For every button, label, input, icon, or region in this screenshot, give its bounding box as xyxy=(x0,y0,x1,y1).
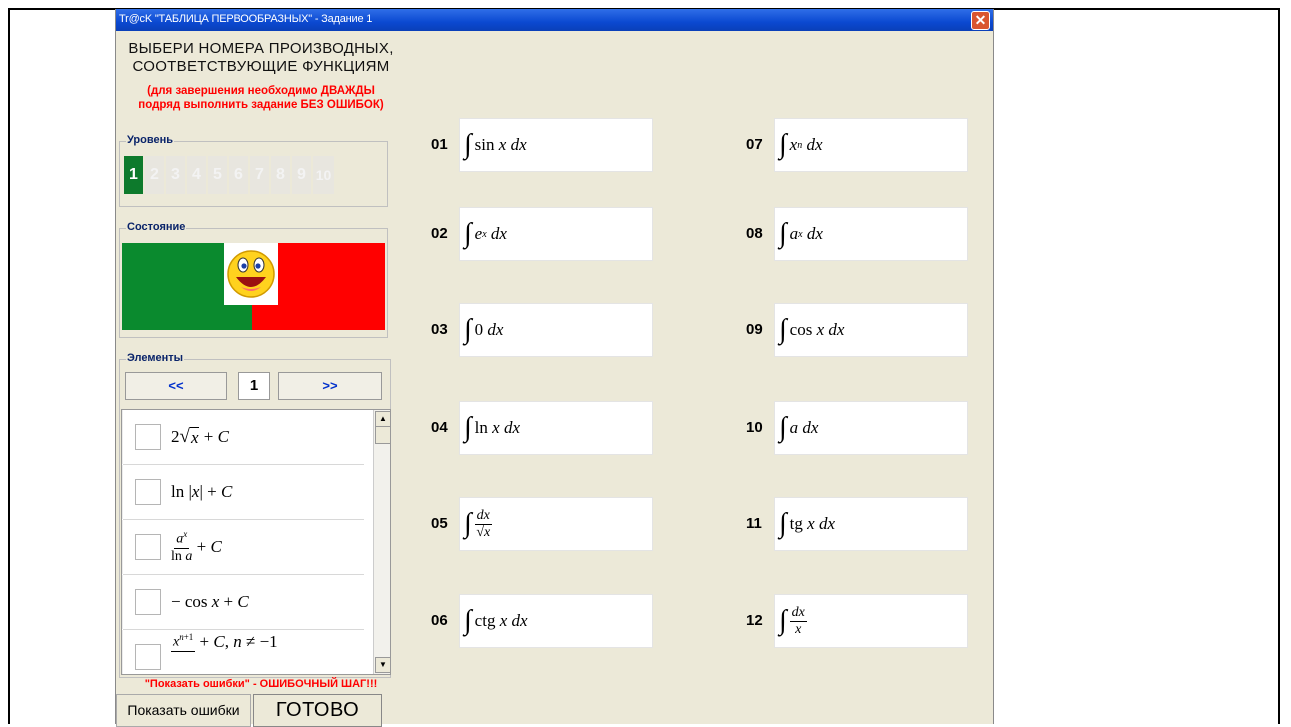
state-group: Состояние xyxy=(119,221,388,338)
task-formula[interactable]: ∫ ctg x dx xyxy=(459,594,653,648)
element-formula: 2 √ x + C xyxy=(171,426,229,447)
element-checkbox[interactable] xyxy=(135,644,161,670)
level-7-button[interactable]: 7 xyxy=(250,156,269,194)
close-icon[interactable]: ✕ xyxy=(971,11,990,30)
level-2-button[interactable]: 2 xyxy=(145,156,164,194)
task-number: 05 xyxy=(431,515,448,532)
list-item[interactable]: 2 √ x + C xyxy=(123,410,364,465)
task-formula[interactable]: ∫ dx x xyxy=(774,594,968,648)
level-legend: Уровень xyxy=(126,134,175,146)
task-formula[interactable]: ∫ sin x dx xyxy=(459,118,653,172)
task-formula[interactable]: ∫ dx √x xyxy=(459,497,653,551)
scroll-down-icon[interactable]: ▼ xyxy=(375,657,390,673)
element-formula: − cos x + C xyxy=(171,592,249,611)
app-window: Tr@cK "ТАБЛИЦА ПЕРВООБРАЗНЫХ" - Задание … xyxy=(115,9,994,727)
level-8-button[interactable]: 8 xyxy=(271,156,290,194)
instructions-heading: ВЫБЕРИ НОМЕРА ПРОИЗВОДНЫХ, СООТВЕТСТВУЮЩ… xyxy=(116,40,406,76)
list-item[interactable]: ax ln a + C xyxy=(123,520,364,575)
elements-group: Элементы << 1 >> 2√x + C ln |x| + C xyxy=(119,352,391,678)
scroll-up-icon[interactable]: ▲ xyxy=(375,411,390,427)
title-bar[interactable]: Tr@cK "ТАБЛИЦА ПЕРВООБРАЗНЫХ" - Задание … xyxy=(116,9,993,31)
level-9-button[interactable]: 9 xyxy=(292,156,311,194)
instructions-note-1: (для завершения необходимо ДВАЖДЫ xyxy=(147,85,375,97)
element-checkbox[interactable] xyxy=(135,424,161,450)
elements-legend: Элементы xyxy=(126,352,185,364)
elements-list: 2 √ x + C ln | x | + C ax ln a + C − cos x + … xyxy=(121,409,391,675)
task-formula[interactable]: ∫ a dx xyxy=(774,401,968,455)
list-item[interactable]: xn+1 + C, n ≠ −1 xyxy=(123,630,364,674)
task-formula[interactable]: ∫ e x dx xyxy=(459,207,653,261)
element-checkbox[interactable] xyxy=(135,589,161,615)
task-number: 02 xyxy=(431,225,448,242)
level-3-button[interactable]: 3 xyxy=(166,156,185,194)
instructions-line-2: СООТВЕТСТВУЮЩИЕ ФУНКЦИЯМ xyxy=(132,58,390,75)
smiley-face-icon xyxy=(224,243,278,305)
level-6-button[interactable]: 6 xyxy=(229,156,248,194)
page-number: 1 xyxy=(238,372,270,400)
element-checkbox[interactable] xyxy=(135,479,161,505)
element-formula: xn+1 + C, n ≠ −1 xyxy=(171,632,278,652)
task-formula[interactable]: ∫ cos x dx xyxy=(774,303,968,357)
task-number: 03 xyxy=(431,321,448,338)
level-10-button[interactable]: 10 xyxy=(313,156,334,194)
level-5-button[interactable]: 5 xyxy=(208,156,227,194)
level-1-button[interactable]: 1 xyxy=(124,156,143,194)
task-number: 01 xyxy=(431,136,448,153)
level-4-button[interactable]: 4 xyxy=(187,156,206,194)
prev-page-button[interactable]: << xyxy=(125,372,227,400)
element-checkbox[interactable] xyxy=(135,534,161,560)
instructions-note: (для завершения необходимо ДВАЖДЫ подряд… xyxy=(116,84,406,112)
task-formula[interactable]: ∫ tg x dx xyxy=(774,497,968,551)
list-item[interactable]: − cos x + C xyxy=(123,575,364,630)
warning-text: "Показать ошибки" - ОШИБОЧНЫЙ ШАГ!!! xyxy=(144,678,378,690)
task-number: 08 xyxy=(746,225,763,242)
task-formula[interactable]: ∫ ln x dx xyxy=(459,401,653,455)
show-errors-button[interactable]: Показать ошибки xyxy=(116,694,251,727)
task-number: 07 xyxy=(746,136,763,153)
task-number: 09 xyxy=(746,321,763,338)
element-formula: ln | x | + C xyxy=(171,482,233,501)
next-page-button[interactable]: >> xyxy=(278,372,382,400)
elements-scrollbar[interactable]: ▲ ▼ xyxy=(373,410,390,674)
task-number: 11 xyxy=(746,515,762,532)
task-number: 04 xyxy=(431,419,448,436)
done-button[interactable]: ГОТОВО xyxy=(253,694,382,727)
level-group: Уровень 1 2 3 4 5 6 7 8 9 10 xyxy=(119,134,388,207)
task-formula[interactable]: ∫ 0 dx xyxy=(459,303,653,357)
task-number: 06 xyxy=(431,612,448,629)
element-formula: ax ln a + C xyxy=(171,529,222,564)
list-item[interactable]: ln | x | + C xyxy=(123,465,364,520)
task-formula[interactable]: ∫ x n dx xyxy=(774,118,968,172)
task-formula[interactable]: ∫ a x dx xyxy=(774,207,968,261)
window-title: Tr@cK "ТАБЛИЦА ПЕРВООБРАЗНЫХ" - Задание … xyxy=(119,13,373,25)
instructions-note-2: подряд выполнить задание БЕЗ ОШИБОК) xyxy=(138,99,384,111)
scroll-thumb[interactable] xyxy=(375,426,390,444)
task-number: 12 xyxy=(746,612,763,629)
left-panel: ВЫБЕРИ НОМЕРА ПРОИЗВОДНЫХ, СООТВЕТСТВУЮЩ… xyxy=(116,31,406,727)
instructions-line-1: ВЫБЕРИ НОМЕРА ПРОИЗВОДНЫХ, xyxy=(128,40,394,57)
state-legend: Состояние xyxy=(126,221,187,233)
task-number: 10 xyxy=(746,419,763,436)
